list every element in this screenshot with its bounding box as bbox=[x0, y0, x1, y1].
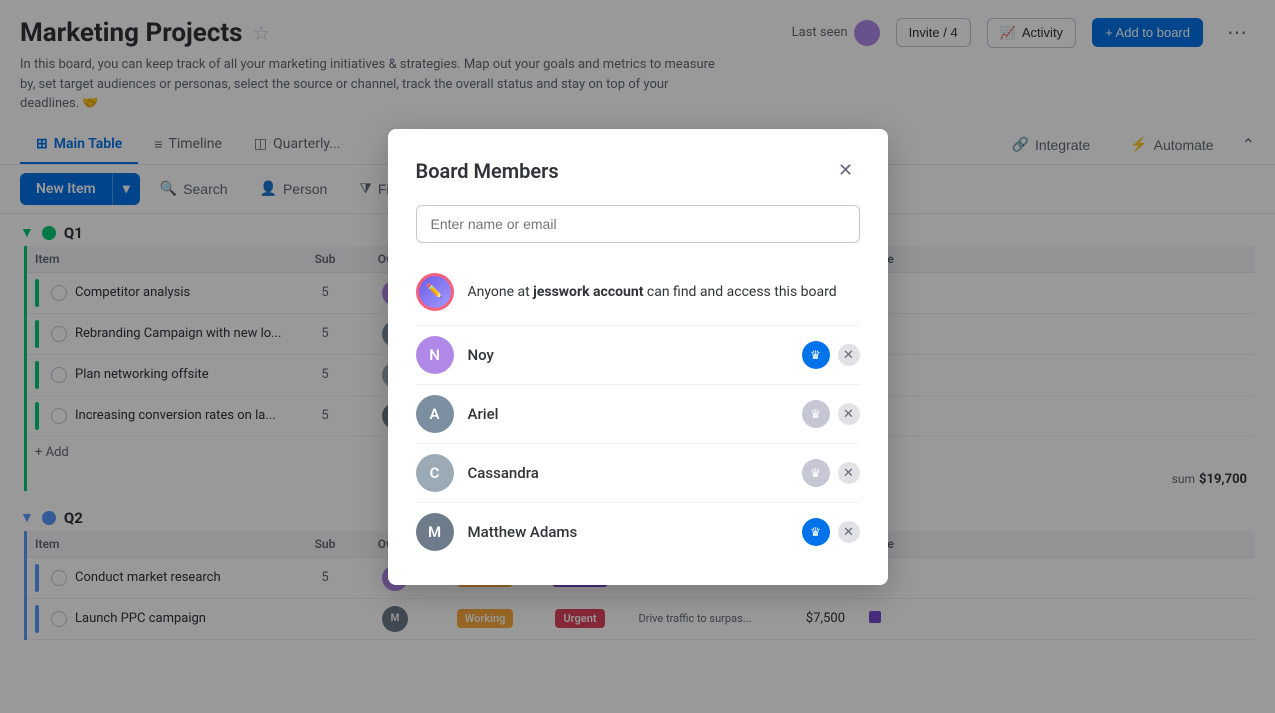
member-avatar-matthew: M bbox=[416, 513, 454, 551]
member-row-matthew: M Matthew Adams ♛ ✕ bbox=[416, 502, 860, 561]
role-badge-ariel[interactable]: ♛ bbox=[802, 400, 830, 428]
member-actions-noy: ♛ ✕ bbox=[802, 341, 860, 369]
remove-member-ariel[interactable]: ✕ bbox=[838, 403, 860, 425]
member-search-input[interactable] bbox=[416, 205, 860, 243]
modal-overlay[interactable]: Board Members ✕ ✏️ Anyone at jesswork ac… bbox=[0, 0, 1275, 713]
modal-close-button[interactable]: ✕ bbox=[832, 157, 860, 185]
anyone-avatar-inner: ✏️ bbox=[419, 276, 451, 308]
crown-icon: ♛ bbox=[810, 348, 821, 362]
member-actions-ariel: ♛ ✕ bbox=[802, 400, 860, 428]
crown-icon-m: ♛ bbox=[810, 525, 821, 539]
member-row-noy: N Noy ♛ ✕ bbox=[416, 325, 860, 384]
anyone-text: Anyone at jesswork account can find and … bbox=[468, 284, 837, 300]
modal-header: Board Members ✕ bbox=[416, 157, 860, 185]
member-avatar-ariel: A bbox=[416, 395, 454, 433]
board-members-modal: Board Members ✕ ✏️ Anyone at jesswork ac… bbox=[388, 129, 888, 585]
remove-member-matthew[interactable]: ✕ bbox=[838, 521, 860, 543]
member-avatar-noy: N bbox=[416, 336, 454, 374]
member-actions-matthew: ♛ ✕ bbox=[802, 518, 860, 546]
role-badge-noy[interactable]: ♛ bbox=[802, 341, 830, 369]
member-name-cassandra: Cassandra bbox=[468, 464, 788, 482]
members-list: N Noy ♛ ✕ A Ariel ♛ ✕ bbox=[416, 325, 860, 561]
member-name-ariel: Ariel bbox=[468, 405, 788, 423]
member-avatar-cassandra: C bbox=[416, 454, 454, 492]
member-name-matthew: Matthew Adams bbox=[468, 523, 788, 541]
modal-title: Board Members bbox=[416, 159, 559, 183]
member-actions-cassandra: ♛ ✕ bbox=[802, 459, 860, 487]
member-row-ariel: A Ariel ♛ ✕ bbox=[416, 384, 860, 443]
role-badge-cassandra[interactable]: ♛ bbox=[802, 459, 830, 487]
anyone-access-row: ✏️ Anyone at jesswork account can find a… bbox=[416, 263, 860, 321]
anyone-avatar: ✏️ bbox=[416, 273, 454, 311]
member-name-noy: Noy bbox=[468, 346, 788, 364]
role-badge-matthew[interactable]: ♛ bbox=[802, 518, 830, 546]
crown-icon-gray: ♛ bbox=[810, 407, 821, 421]
remove-member-noy[interactable]: ✕ bbox=[838, 344, 860, 366]
remove-member-cassandra[interactable]: ✕ bbox=[838, 462, 860, 484]
crown-icon-gray-c: ♛ bbox=[810, 466, 821, 480]
member-row-cassandra: C Cassandra ♛ ✕ bbox=[416, 443, 860, 502]
